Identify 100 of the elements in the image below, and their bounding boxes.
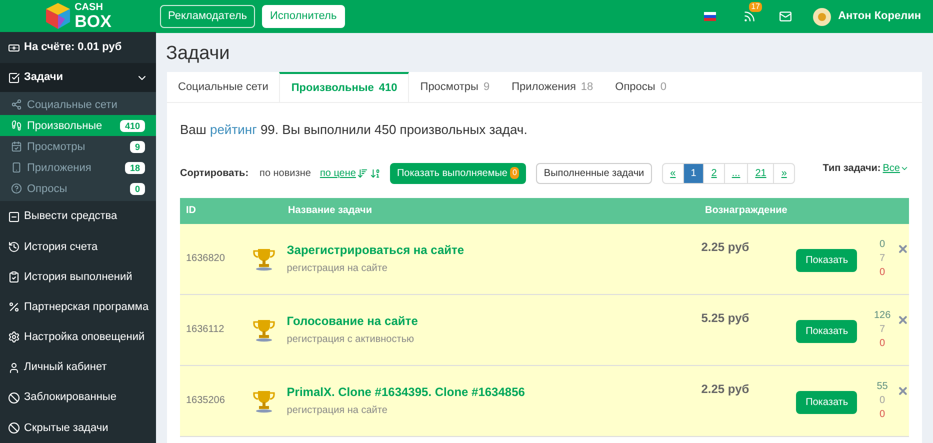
stat-count: 0 [880, 336, 886, 350]
done-tasks-button[interactable]: Выполненные задачи [536, 162, 652, 184]
logo-text: BOX [74, 12, 112, 30]
menu-icon [8, 301, 20, 314]
sidebar-item[interactable]: Заблокированные [0, 382, 156, 413]
sidebar-item[interactable]: История счета [0, 232, 156, 262]
role-button[interactable]: Рекламодатель [160, 5, 255, 28]
reward: 2.25 руб [700, 380, 750, 398]
task-id: 1635206 [185, 394, 226, 408]
task-id: 1636820 [185, 252, 226, 266]
sidebar-item[interactable]: История выполнений [0, 262, 156, 292]
flag-icon[interactable] [704, 12, 716, 21]
task-title[interactable]: Зарегистрироваться на сайте [286, 241, 642, 259]
menu-icon [8, 331, 20, 344]
checkbox-icon [8, 72, 20, 84]
column-header: Название задачи [288, 204, 373, 218]
reward: 2.25 руб [700, 238, 750, 256]
notification-badge: 17 [749, 2, 762, 12]
stat-count: 0 [880, 238, 886, 252]
task-subtitle: регистрация с активностью [286, 333, 416, 347]
rating-text: Ваш рейтинг 99. Вы выполнили 450 произвольных задач. [180, 121, 528, 139]
sidebar-item[interactable]: Вывести средства [0, 201, 156, 232]
stat-count: 0 [880, 408, 886, 422]
count-badge: 18 [124, 162, 145, 174]
page-title: Задачи [165, 42, 231, 66]
page-link[interactable]: « [663, 164, 683, 182]
tab[interactable]: Социальные сети [167, 72, 280, 102]
show-button[interactable]: Показать [796, 320, 858, 343]
stat-count: 7 [880, 322, 886, 336]
show-active-button[interactable]: Показать выполняемые 0 [390, 162, 526, 184]
task-title[interactable]: PrimalX. Clone #1634395. Clone #1634856 [286, 383, 642, 401]
show-button[interactable]: Показать [796, 391, 858, 414]
sidebar-item[interactable]: Личный кабинет [0, 352, 156, 383]
sidebar-item[interactable]: Настройка оповещений [0, 322, 156, 352]
page-link[interactable]: 2 [703, 164, 724, 182]
task-subtitle: регистрация на сайте [286, 262, 388, 276]
task-title[interactable]: Голосование на сайте [286, 312, 642, 330]
trophy-icon [253, 318, 276, 342]
sidebar-subitem[interactable]: Приложения 18 [0, 157, 156, 178]
menu-icon [11, 162, 22, 174]
task-subtitle: регистрация на сайте [286, 404, 388, 418]
mail-icon[interactable] [779, 10, 792, 23]
tab[interactable]: Произвольные 410 [279, 72, 410, 102]
close-icon[interactable] [897, 242, 909, 254]
sort-number-icon[interactable] [370, 168, 381, 178]
menu-icon [11, 141, 22, 152]
sort-label: Сортировать: [180, 166, 249, 180]
count-badge: 9 [130, 140, 145, 153]
money-icon [8, 42, 20, 54]
menu-icon [8, 392, 20, 404]
task-type-dropdown[interactable]: Все [882, 160, 909, 176]
column-header: Вознаграждение [705, 204, 788, 218]
sidebar-section[interactable]: Задачи [0, 62, 156, 92]
page-link[interactable]: ... [724, 164, 748, 182]
rating-link[interactable]: рейтинг [210, 122, 257, 137]
sort-option[interactable]: по новизне [260, 166, 311, 180]
tab[interactable]: Просмотры 9 [409, 72, 501, 102]
page-link[interactable]: 21 [747, 164, 774, 182]
menu-icon [8, 210, 20, 223]
count-badge: 0 [510, 167, 519, 179]
role-button[interactable]: Исполнитель [262, 5, 345, 28]
trophy-icon [253, 246, 276, 270]
count-badge: 410 [120, 120, 145, 132]
column-header: ID [185, 204, 197, 218]
cube-logo-icon [44, 2, 71, 30]
sidebar-subitem[interactable]: Опросы 0 [0, 178, 156, 200]
close-icon[interactable] [897, 314, 909, 326]
show-button[interactable]: Показать [796, 249, 858, 272]
rss-icon[interactable] [743, 10, 756, 23]
stat-count: 0 [880, 394, 886, 408]
balance-text: На счёте: 0.01 руб [24, 40, 122, 56]
sidebar-item[interactable]: Скрытые задачи [0, 412, 156, 443]
sort-option[interactable]: по цене [320, 166, 356, 180]
tab[interactable]: Опросы 0 [604, 72, 678, 102]
stat-count: 0 [880, 266, 886, 280]
menu-icon [8, 270, 20, 283]
avatar-icon[interactable] [813, 8, 832, 26]
stat-count: 55 [876, 380, 888, 394]
menu-icon [11, 99, 22, 110]
logo-text: CASH [74, 2, 104, 13]
count-badge: 0 [130, 182, 145, 195]
menu-icon [11, 120, 22, 132]
menu-icon [8, 362, 20, 374]
sort-desc-icon[interactable] [356, 168, 368, 178]
tab[interactable]: Приложения 18 [500, 72, 604, 102]
reward: 5.25 руб [700, 310, 750, 326]
menu-icon [11, 183, 22, 194]
sidebar-item[interactable]: Партнерская программа [0, 292, 156, 322]
page-link[interactable]: 1 [682, 164, 704, 182]
sidebar-subitem[interactable]: Произвольные 410 [0, 115, 156, 136]
trophy-icon [253, 388, 276, 412]
sidebar-subitem[interactable]: Социальные сети [0, 94, 156, 116]
stat-count: 7 [880, 252, 886, 266]
user-name[interactable]: Антон Корелин [838, 8, 921, 25]
sidebar-subitem[interactable]: Просмотры 9 [0, 136, 156, 158]
task-id: 1636112 [185, 323, 226, 337]
menu-icon [8, 240, 20, 253]
page-link[interactable]: » [773, 164, 794, 182]
menu-icon [8, 422, 20, 434]
close-icon[interactable] [897, 384, 909, 396]
